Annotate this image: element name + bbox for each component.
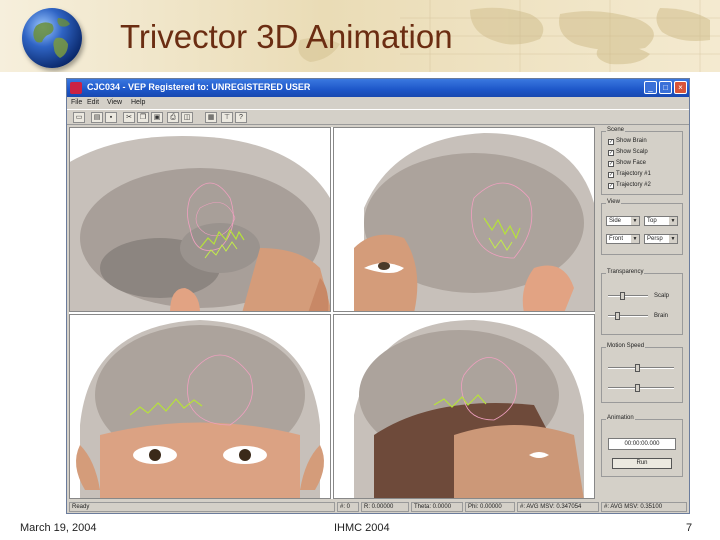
check-icon: ✓	[608, 150, 614, 156]
motion-speed-group: Motion Speed	[601, 343, 683, 403]
app-window: CJC034 - VEP Registered to: UNREGISTERED…	[66, 78, 690, 514]
print-icon[interactable]: ⎙	[167, 112, 179, 123]
brain-slider-label: Brain	[654, 313, 669, 319]
open-icon[interactable]: ▤	[91, 112, 103, 123]
image-icon[interactable]: ▦	[205, 112, 217, 123]
window-titlebar[interactable]: CJC034 - VEP Registered to: UNREGISTERED…	[67, 79, 689, 97]
close-button[interactable]: ×	[674, 81, 687, 94]
view-select-2[interactable]: Top ▼	[644, 216, 678, 226]
page-number: 7	[686, 522, 693, 534]
animation-time-field[interactable]: 00:00:00.000	[608, 438, 676, 450]
slide-banner: Trivector 3D Animation	[0, 0, 720, 72]
menu-file[interactable]: File	[71, 99, 82, 106]
slider-thumb[interactable]	[635, 384, 640, 392]
window-title: CJC034 - VEP Registered to: UNREGISTERED…	[87, 82, 311, 92]
status-cell-msv-1: #: AVG MSV: 0.347054	[517, 502, 599, 512]
chevron-down-icon: ▼	[669, 217, 677, 225]
save-icon[interactable]: ▪	[105, 112, 117, 123]
viewport-top-left[interactable]	[69, 127, 331, 312]
slider-track	[608, 295, 648, 297]
footer-date: March 19, 2004	[20, 522, 97, 534]
menu-edit[interactable]: Edit	[87, 99, 99, 106]
status-cell-msv-2: #: AVG MSV: 0.35100	[601, 502, 687, 512]
run-button[interactable]: Run	[612, 458, 672, 469]
status-cell-theta: Theta: 0.0000	[411, 502, 463, 512]
select-value: Side	[609, 218, 622, 224]
status-cell-count: #: 0	[337, 502, 359, 512]
checkbox-label: Trajectory #1	[616, 171, 651, 177]
menu-bar: File Edit View Help	[67, 97, 689, 109]
motion-speed-label: Motion Speed	[606, 343, 646, 349]
viewport-bottom-right[interactable]	[333, 314, 595, 499]
viewport-bottom-left[interactable]	[69, 314, 331, 499]
checkbox-show-scalp[interactable]: ✓ Show Scalp	[608, 149, 648, 156]
chevron-down-icon: ▼	[669, 235, 677, 243]
scalp-slider-label: Scalp	[654, 293, 670, 299]
viewport-top-right[interactable]	[333, 127, 595, 312]
check-icon: ✓	[608, 172, 614, 178]
menu-help[interactable]: Help	[131, 99, 145, 106]
transparency-group: Transparency Scalp Brain	[601, 269, 683, 335]
maximize-button[interactable]: □	[659, 81, 672, 94]
cut-icon[interactable]: ✂	[123, 112, 135, 123]
check-icon: ✓	[608, 139, 614, 145]
checkbox-trajectory-1[interactable]: ✓ Trajectory #1	[608, 171, 651, 178]
chevron-down-icon: ▼	[631, 217, 639, 225]
status-cell-phi: Phi: 0.00000	[465, 502, 515, 512]
menu-view[interactable]: View	[107, 99, 122, 106]
checkbox-show-brain[interactable]: ✓ Show Brain	[608, 138, 647, 145]
help-icon[interactable]: ?	[235, 112, 247, 123]
slider-track	[608, 315, 648, 317]
app-icon	[70, 82, 82, 94]
scalp-transparency-slider[interactable]	[608, 292, 648, 300]
slider-thumb[interactable]	[635, 364, 640, 372]
view-select-1[interactable]: Side ▼	[606, 216, 640, 226]
slider-thumb[interactable]	[615, 312, 620, 320]
globe-logo	[22, 8, 82, 68]
view-select-3[interactable]: Front ▼	[606, 234, 640, 244]
minimize-button[interactable]: _	[644, 81, 657, 94]
view-group: View Side ▼ Top ▼ Front ▼ Persp ▼	[601, 199, 683, 255]
slider-track	[608, 387, 674, 389]
status-cell-r: R: 0.00000	[361, 502, 409, 512]
view-select-4[interactable]: Persp ▼	[644, 234, 678, 244]
status-bar: Ready #: 0 R: 0.00000 Theta: 0.0000 Phi:…	[67, 501, 689, 513]
animation-group: Animation 00:00:00.000 Run	[601, 415, 683, 477]
view-label: View	[606, 199, 621, 205]
motion-speed-slider-2[interactable]	[608, 384, 674, 392]
paste-icon[interactable]: ▣	[151, 112, 163, 123]
slide-title: Trivector 3D Animation	[120, 18, 453, 55]
check-icon: ✓	[608, 161, 614, 167]
footer-org: IHMC 2004	[334, 522, 390, 534]
checkbox-label: Show Brain	[616, 138, 647, 144]
select-value: Top	[647, 218, 657, 224]
brain-transparency-slider[interactable]	[608, 312, 648, 320]
toolbar: ▭ ▤ ▪ ✂ ❐ ▣ ⎙ ◫ ▦ ⊤ ?	[67, 109, 689, 125]
scene-group: Scene ✓ Show Brain ✓ Show Scalp ✓ Show Face…	[601, 127, 683, 195]
chevron-down-icon: ▼	[631, 235, 639, 243]
checkbox-label: Show Scalp	[616, 149, 648, 155]
checkbox-label: Trajectory #2	[616, 182, 651, 188]
check-icon: ✓	[608, 183, 614, 189]
animation-label: Animation	[606, 415, 635, 421]
slider-thumb[interactable]	[620, 292, 625, 300]
checkbox-label: Show Face	[616, 160, 647, 166]
checkbox-trajectory-2[interactable]: ✓ Trajectory #2	[608, 182, 651, 189]
preview-icon[interactable]: ◫	[181, 112, 193, 123]
status-ready: Ready	[69, 502, 335, 512]
copy-icon[interactable]: ❐	[137, 112, 149, 123]
slider-track	[608, 367, 674, 369]
control-panel: Scene ✓ Show Brain ✓ Show Scalp ✓ Show Face…	[599, 127, 687, 499]
scene-label: Scene	[606, 127, 626, 133]
transparency-label: Transparency	[606, 269, 645, 275]
pin-icon[interactable]: ⊤	[221, 112, 233, 123]
checkbox-show-face[interactable]: ✓ Show Face	[608, 160, 646, 167]
select-value: Front	[609, 236, 624, 242]
select-value: Persp	[647, 236, 663, 242]
viewport-area	[69, 127, 595, 499]
new-icon[interactable]: ▭	[73, 112, 85, 123]
motion-speed-slider-1[interactable]	[608, 364, 674, 372]
